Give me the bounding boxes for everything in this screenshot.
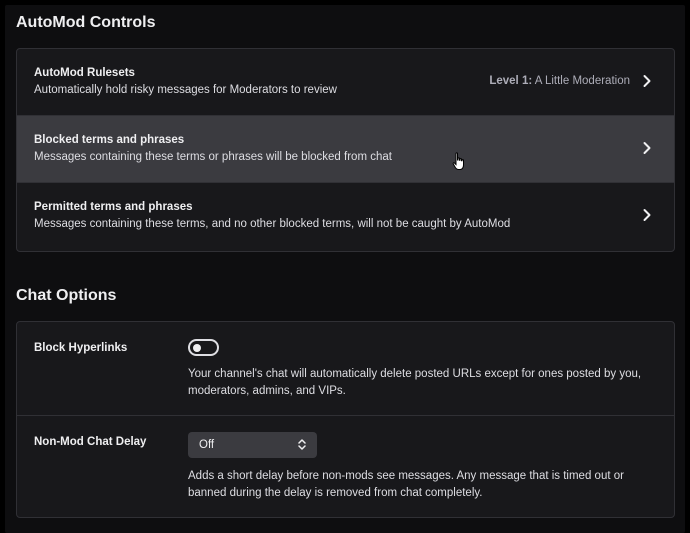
toggle-knob	[193, 343, 201, 352]
block-hyperlinks-toggle[interactable]	[188, 339, 219, 356]
non-mod-delay-row: Non-Mod Chat Delay Off Adds a short dela…	[17, 416, 674, 517]
hand-pointer-icon	[452, 152, 466, 177]
automod-rulesets-row[interactable]: AutoMod Rulesets Automatically hold risk…	[17, 49, 674, 116]
automod-section-title: AutoMod Controls	[16, 14, 156, 31]
row-title: Permitted terms and phrases	[34, 201, 193, 213]
row-title: AutoMod Rulesets	[34, 67, 135, 79]
automod-card: AutoMod Rulesets Automatically hold risk…	[16, 48, 675, 252]
blocked-terms-row[interactable]: Blocked terms and phrases Messages conta…	[17, 116, 674, 183]
non-mod-delay-label: Non-Mod Chat Delay	[34, 436, 147, 448]
permitted-terms-row[interactable]: Permitted terms and phrases Messages con…	[17, 183, 674, 250]
row-description: Automatically hold risky messages for Mo…	[34, 84, 337, 96]
level-prefix: Level 1:	[489, 75, 533, 87]
settings-panel: AutoMod Controls AutoMod Rulesets Automa…	[5, 5, 685, 533]
block-hyperlinks-row: Block Hyperlinks Your channel's chat wil…	[17, 322, 674, 416]
updown-arrows-icon	[298, 438, 306, 456]
row-description: Messages containing these terms, and no …	[34, 218, 511, 230]
row-title: Blocked terms and phrases	[34, 134, 185, 146]
select-value: Off	[199, 439, 215, 451]
chat-options-section-title: Chat Options	[16, 287, 117, 304]
chevron-right-icon	[642, 74, 652, 88]
level-name: A Little Moderation	[534, 75, 630, 87]
chat-options-card: Block Hyperlinks Your channel's chat wil…	[16, 321, 675, 518]
non-mod-delay-help: Adds a short delay before non-mods see m…	[188, 470, 624, 499]
block-hyperlinks-help: Your channel's chat will automatically d…	[188, 368, 642, 397]
block-hyperlinks-label: Block Hyperlinks	[34, 342, 128, 354]
ruleset-level-value: Level 1: A Little Moderation	[489, 75, 630, 87]
non-mod-delay-select[interactable]: Off	[188, 432, 317, 458]
row-description: Messages containing these terms or phras…	[34, 151, 392, 163]
chevron-right-icon	[642, 141, 652, 155]
chevron-right-icon	[642, 208, 652, 222]
